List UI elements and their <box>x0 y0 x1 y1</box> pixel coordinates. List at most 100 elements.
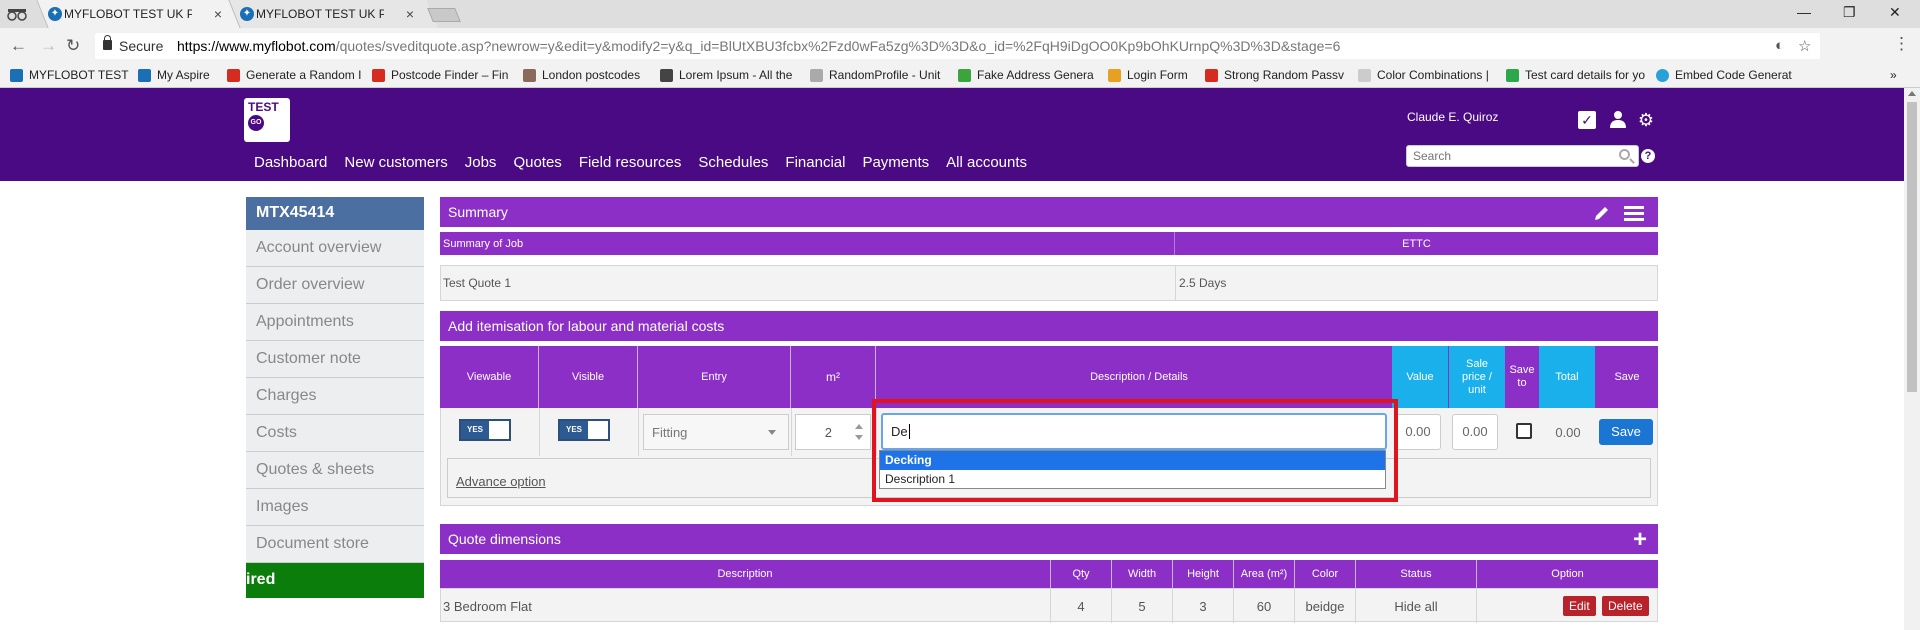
summary-panel-header: Summary <box>440 197 1658 227</box>
nav-all-accounts[interactable]: All accounts <box>946 154 1027 171</box>
sidebar-item-images[interactable]: Images <box>246 489 424 526</box>
bookmark-icon <box>372 68 385 82</box>
status-badge[interactable]: ired <box>246 563 424 598</box>
hamburger-menu-icon[interactable] <box>1624 204 1644 222</box>
total-header: Total <box>1539 346 1595 408</box>
scroll-up-icon[interactable] <box>1908 91 1916 96</box>
nav-payments[interactable]: Payments <box>862 154 929 171</box>
bookmark-item[interactable]: Lorem Ipsum - All the <box>660 68 792 82</box>
nav-jobs[interactable]: Jobs <box>465 154 497 171</box>
more-bookmarks-icon[interactable]: » <box>1890 68 1897 82</box>
column-divider <box>1175 266 1176 300</box>
viewable-toggle[interactable]: YES <box>459 419 511 441</box>
autocomplete-option[interactable]: Decking <box>880 451 1385 470</box>
nav-new-customers[interactable]: New customers <box>344 154 447 171</box>
advance-option-link[interactable]: Advance option <box>456 474 546 489</box>
reload-icon[interactable]: ↻ <box>66 36 80 56</box>
bookmark-label: Embed Code Generat <box>1675 68 1792 82</box>
edit-pencil-icon[interactable] <box>1593 204 1611 222</box>
bookmark-item[interactable]: MYFLOBOT TEST <box>10 68 129 82</box>
sidebar-item-quotes-sheets[interactable]: Quotes & sheets <box>246 452 424 489</box>
bookmark-item[interactable]: My Aspire <box>138 68 210 82</box>
close-window-icon[interactable]: ✕ <box>1889 4 1901 21</box>
bookmark-item[interactable]: Generate a Random I <box>227 68 361 82</box>
sidebar-item-account-overview[interactable]: Account overview <box>246 230 424 267</box>
nav-quotes[interactable]: Quotes <box>513 154 561 171</box>
browser-tab[interactable]: ✦ MYFLOBOT TEST UK POS × <box>226 0 422 28</box>
sidebar-item-costs[interactable]: Costs <box>246 415 424 452</box>
bookmark-icon <box>523 68 536 82</box>
forward-icon[interactable]: → <box>40 36 57 56</box>
bookmark-item[interactable]: RandomProfile - Unit <box>810 68 940 82</box>
dim-status-header: Status <box>1400 568 1432 580</box>
bookmark-item[interactable]: Postcode Finder – Fin <box>372 68 508 82</box>
bookmark-item[interactable]: Login Form <box>1108 68 1188 82</box>
menu-dots-icon[interactable]: ⋮ <box>1893 34 1910 54</box>
search-icon[interactable] <box>1619 149 1630 160</box>
url-field[interactable]: Secure https://www.myflobot.com/quotes/s… <box>95 33 1820 59</box>
extension-icon[interactable]: ◐ <box>1775 37 1784 54</box>
save-button[interactable]: Save <box>1599 419 1653 445</box>
sidebar-item-appointments[interactable]: Appointments <box>246 304 424 341</box>
bookmark-label: Fake Address Genera <box>977 68 1094 82</box>
close-tab-icon[interactable]: × <box>214 6 222 22</box>
bookmark-item[interactable]: London postcodes <box>523 68 640 82</box>
bookmark-star-icon[interactable]: ☆ <box>1798 37 1811 55</box>
sidebar-item-order-overview[interactable]: Order overview <box>246 267 424 304</box>
edit-button[interactable]: Edit <box>1563 596 1596 616</box>
restore-icon[interactable]: ❐ <box>1843 4 1856 21</box>
dim-qty-header: Qty <box>1072 568 1090 580</box>
description-input[interactable]: De <box>881 413 1387 450</box>
nav-dashboard[interactable]: Dashboard <box>254 154 327 171</box>
column-divider <box>876 408 877 456</box>
tasks-check-icon[interactable]: ✓ <box>1578 111 1596 129</box>
value-field[interactable]: 0.00 <box>1395 414 1441 450</box>
page-scrollbar[interactable] <box>1904 88 1920 630</box>
autocomplete-option[interactable]: Description 1 <box>880 470 1385 489</box>
bookmark-item[interactable]: Embed Code Generat <box>1656 68 1792 82</box>
text-cursor <box>908 424 910 439</box>
search-box[interactable] <box>1406 145 1639 167</box>
bookmark-icon <box>10 68 23 82</box>
username[interactable]: Claude E. Quiroz <box>1407 110 1498 124</box>
bookmark-item[interactable]: Fake Address Genera <box>958 68 1094 82</box>
sidebar-item-document-store[interactable]: Document store <box>246 526 424 563</box>
gear-icon[interactable]: ⚙ <box>1636 110 1656 130</box>
browser-tab[interactable]: ✦ MYFLOBOT TEST UK POS × <box>34 0 230 28</box>
m2-value: 2 <box>824 425 832 440</box>
visible-toggle[interactable]: YES <box>558 419 610 441</box>
bookmark-item[interactable]: Color Combinations | <box>1358 68 1489 82</box>
description-header: Description / Details <box>1090 370 1188 383</box>
dim-option-header: Option <box>1551 568 1584 580</box>
summary-of-job-value: Test Quote 1 <box>443 276 512 290</box>
m2-stepper[interactable]: 2 <box>795 414 871 450</box>
tab-title: MYFLOBOT TEST UK POS <box>256 7 384 21</box>
logo-text: TEST <box>248 100 279 114</box>
new-tab-button[interactable] <box>427 8 461 22</box>
search-input[interactable] <box>1407 146 1607 166</box>
save-to-checkbox[interactable] <box>1516 423 1532 439</box>
sale-price-field[interactable]: 0.00 <box>1452 414 1498 450</box>
save-to-header: Save to <box>1509 364 1535 389</box>
sidebar-item-charges[interactable]: Charges <box>246 378 424 415</box>
entry-select[interactable]: Fitting <box>643 414 789 450</box>
nav-field-resources[interactable]: Field resources <box>579 154 682 171</box>
bookmark-icon <box>1656 68 1669 82</box>
nav-schedules[interactable]: Schedules <box>698 154 768 171</box>
close-tab-icon[interactable]: × <box>406 6 414 22</box>
bookmark-item[interactable]: Test card details for yo <box>1506 68 1645 82</box>
user-icon[interactable] <box>1608 110 1628 130</box>
minimize-icon[interactable]: — <box>1797 4 1811 20</box>
help-icon[interactable]: ? <box>1641 149 1655 163</box>
testgo-logo[interactable]: TEST GO <box>244 98 290 142</box>
url-host: https://www.myflobot.com <box>177 38 336 54</box>
scroll-thumb[interactable] <box>1907 102 1917 392</box>
url-text[interactable]: https://www.myflobot.com/quotes/sveditqu… <box>177 38 1340 54</box>
delete-button[interactable]: Delete <box>1602 596 1649 616</box>
add-dimension-plus-icon[interactable]: + <box>1633 528 1647 552</box>
sidebar-item-customer-note[interactable]: Customer note <box>246 341 424 378</box>
bookmark-item[interactable]: Strong Random Passv <box>1205 68 1344 82</box>
back-icon[interactable]: ← <box>10 36 27 56</box>
nav-financial[interactable]: Financial <box>785 154 845 171</box>
spinner-arrows-icon[interactable] <box>854 422 864 444</box>
